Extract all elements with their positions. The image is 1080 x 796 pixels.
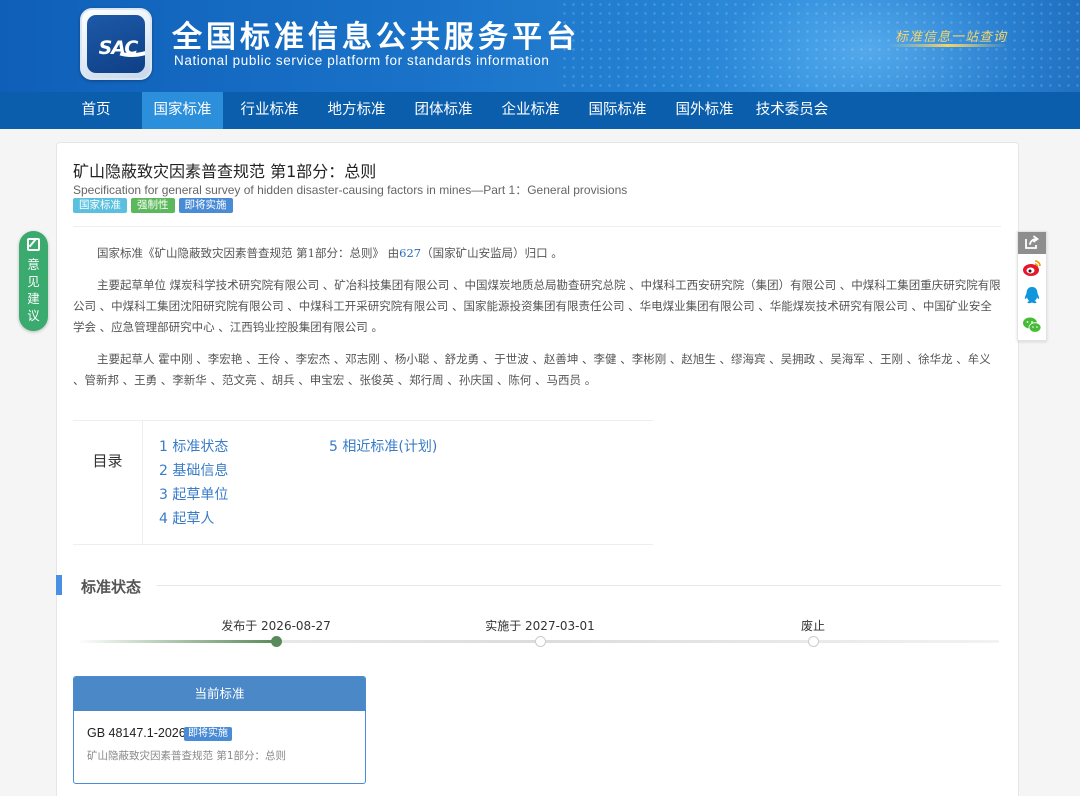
toc-item-similar[interactable]: 5 相近标准(计划) (329, 436, 437, 456)
timeline-dot-effective (535, 636, 546, 647)
current-standard-code[interactable]: GB 48147.1-2026 (87, 726, 186, 740)
nav-item-home[interactable]: 首页 (56, 92, 136, 129)
share-toolbar (1017, 231, 1047, 341)
feedback-char: 意 (27, 257, 40, 272)
timeline-progress (77, 640, 276, 643)
nav-item-group[interactable]: 团体标准 (403, 92, 484, 129)
share-icon[interactable] (1018, 232, 1046, 254)
nav-item-national[interactable]: 国家标准 (142, 92, 223, 129)
tag-upcoming: 即将实施 (178, 198, 233, 213)
feedback-char: 见 (27, 274, 40, 289)
toc-item-basic-info[interactable]: 2 基础信息 (159, 460, 228, 480)
divider (73, 226, 1001, 227)
sac-logo[interactable]: SAC (80, 8, 152, 80)
main-nav: 首页 国家标准 行业标准 地方标准 团体标准 企业标准 国际标准 国外标准 技术… (0, 92, 1080, 129)
toc-item-drafting-units[interactable]: 3 起草单位 (159, 484, 228, 504)
drafting-units-paragraph: 主要起草单位 煤炭科学技术研究院有限公司 、矿冶科技集团有限公司 、中国煤炭地质… (73, 278, 1001, 334)
timeline-label-published: 发布于 2026-08-27 (221, 619, 331, 633)
tc-link[interactable]: 627 (399, 246, 421, 260)
table-of-contents: 目录 1 标准状态 2 基础信息 3 起草单位 4 起草人 5 相近标准(计划) (73, 420, 653, 545)
tag-national: 国家标准 (73, 198, 127, 213)
nav-item-committee[interactable]: 技术委员会 (749, 92, 835, 129)
standard-tags: 国家标准 强制性 即将实施 (73, 198, 233, 213)
header-slogan: 标准信息一站查询 (895, 30, 1008, 45)
toc-label: 目录 (73, 421, 143, 545)
edit-icon (27, 238, 40, 251)
toc-item-status[interactable]: 1 标准状态 (159, 436, 228, 456)
nav-item-foreign[interactable]: 国外标准 (664, 92, 745, 129)
standard-detail-card: 矿山隐蔽致灾因素普查规范 第1部分：总则 Specification for g… (56, 142, 1019, 796)
toc-item-drafters[interactable]: 4 起草人 (159, 508, 214, 528)
current-standard-header: 当前标准 (74, 677, 365, 711)
qq-icon[interactable] (1022, 286, 1042, 306)
intro-paragraph: 国家标准《矿山隐蔽致灾因素普查规范 第1部分：总则》 由627（国家矿山安监局）… (73, 243, 1001, 264)
section-divider (157, 585, 1001, 586)
current-standard-box[interactable]: 当前标准 GB 48147.1-2026 即将实施 矿山隐蔽致灾因素普查规范 第… (73, 676, 366, 784)
slogan-underline (888, 44, 1008, 47)
intro-suffix: （国家矿山安监局）归口 。 (421, 246, 563, 260)
feedback-char: 建 (27, 291, 40, 306)
logo-text: SAC (98, 37, 139, 59)
tag-mandatory: 强制性 (131, 198, 175, 213)
current-standard-badge: 即将实施 (184, 727, 232, 741)
section-marker (56, 575, 62, 595)
current-standard-name: 矿山隐蔽致灾因素普查规范 第1部分：总则 (87, 750, 287, 762)
feedback-char: 议 (27, 308, 40, 323)
timeline-dot-published (271, 636, 282, 647)
standard-title-en: Specification for general survey of hidd… (73, 183, 628, 197)
feedback-label: 意 见 建 议 (19, 256, 48, 324)
logo-emblem: SAC (87, 15, 145, 73)
wechat-icon[interactable] (1022, 315, 1042, 335)
nav-item-enterprise[interactable]: 企业标准 (490, 92, 571, 129)
site-header: SAC 全国标准信息公共服务平台 National public service… (0, 0, 1080, 92)
timeline-dot-abolished (808, 636, 819, 647)
nav-item-international[interactable]: 国际标准 (577, 92, 658, 129)
nav-item-industry[interactable]: 行业标准 (229, 92, 310, 129)
timeline-label-effective: 实施于 2027-03-01 (485, 619, 595, 633)
drafters-paragraph: 主要起草人 霍中刚 、李宏艳 、王伶 、李宏杰 、邓志刚 、杨小聪 、舒龙勇 、… (73, 352, 991, 387)
timeline-label-abolished: 废止 (800, 619, 825, 633)
intro-prefix: 国家标准《矿山隐蔽致灾因素普查规范 第1部分：总则》 由 (97, 246, 400, 260)
standard-title: 矿山隐蔽致灾因素普查规范 第1部分：总则 (73, 162, 377, 181)
site-subtitle: National public service platform for sta… (174, 53, 550, 68)
weibo-icon[interactable] (1022, 258, 1042, 278)
feedback-button[interactable]: 意 见 建 议 (19, 231, 48, 331)
section-title-status: 标准状态 (81, 578, 142, 596)
site-title: 全国标准信息公共服务平台 (172, 20, 580, 55)
nav-item-local[interactable]: 地方标准 (316, 92, 397, 129)
